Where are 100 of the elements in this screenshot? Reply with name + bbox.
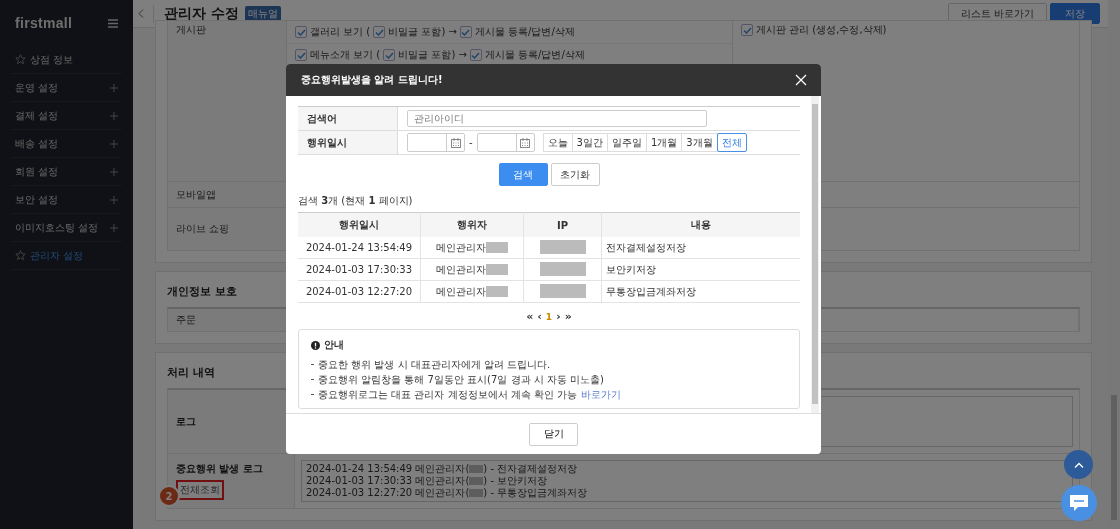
checkbox[interactable] <box>383 49 396 61</box>
checkbox-label: 비밀글 포함) → <box>388 25 457 39</box>
plus-icon <box>110 83 118 92</box>
modal-title: 중요행위발생을 알려 드립니다! <box>301 73 443 87</box>
calendar-icon[interactable] <box>450 137 461 148</box>
date-field[interactable] <box>476 133 535 152</box>
plus-icon <box>110 139 118 148</box>
reset-button[interactable]: 초기화 <box>550 163 600 186</box>
sidebar-item[interactable]: 보안 설정 <box>11 186 122 214</box>
checkbox-label: 게시물 등록/답변/삭제 <box>474 25 575 39</box>
redacted-block <box>486 242 508 253</box>
checkbox[interactable] <box>295 49 307 61</box>
page-arrow[interactable]: » <box>564 310 572 323</box>
calendar-icon[interactable] <box>520 137 531 148</box>
table-cell: 무통장입금계좌저장 <box>601 280 800 303</box>
manual-badge[interactable]: 매뉴얼 <box>244 5 281 22</box>
log-text: 2024-01-03 17:30:33 메인관리자( <box>306 475 470 487</box>
plus-icon <box>110 167 118 176</box>
view-all-button[interactable]: 전체조회 <box>176 480 224 500</box>
sidebar-item[interactable]: 회원 설정 <box>11 158 122 186</box>
section-title: 개인정보 보호 <box>167 284 237 299</box>
redacted-block <box>539 283 586 298</box>
row-label: 라이브 쇼핑 <box>176 222 230 236</box>
redacted-block <box>486 286 508 297</box>
checkbox[interactable] <box>295 26 307 38</box>
redacted-block <box>469 477 484 485</box>
sidebar-item[interactable]: 이미지호스팅 설정 <box>11 214 122 242</box>
plus-icon <box>110 111 118 120</box>
chat-bubble-icon <box>1069 494 1089 512</box>
checkbox-label: 갤러리 보기 ( <box>310 25 371 39</box>
notice-title: 안내 <box>324 338 344 352</box>
date-separator: - <box>469 137 473 148</box>
step-badge: 2 <box>158 485 180 507</box>
menu-icon[interactable] <box>108 18 118 28</box>
checkbox-label: 게시물 등록/답변/삭제 <box>484 48 585 62</box>
plus-icon <box>110 195 118 204</box>
table-cell: 전자결제설정저장 <box>601 237 800 259</box>
page-arrow[interactable]: « <box>526 310 534 323</box>
page-number[interactable]: 1 <box>545 311 553 322</box>
chevron-up-icon <box>1073 461 1084 468</box>
period-button[interactable]: 3일간 <box>571 133 608 152</box>
column-header: 내용 <box>601 212 800 237</box>
section-title: 처리 내역 <box>167 365 215 380</box>
result-summary: 검색 3개 (현재 1 페이지) <box>298 194 414 208</box>
period-button[interactable]: 3개월 <box>681 133 718 152</box>
star-icon <box>15 250 26 261</box>
redacted-block <box>539 239 586 254</box>
checkbox-label: 메뉴소개 보기 ( <box>310 48 381 62</box>
checkbox-label: 비밀글 포함) → <box>398 48 467 62</box>
redacted-block <box>539 261 586 276</box>
checkbox[interactable] <box>459 26 472 38</box>
row-label: 모바일앱 <box>176 187 216 202</box>
row-label: 중요행위 발생 로그 <box>176 462 263 476</box>
table-cell: 메인관리자 <box>436 284 486 299</box>
sidebar-item[interactable]: 배송 설정 <box>11 130 122 158</box>
row-label: 주문 <box>176 313 196 327</box>
table-cell: 메인관리자 <box>436 240 486 255</box>
dash-icon <box>311 394 314 395</box>
column-header: IP <box>523 212 602 237</box>
sidebar-item[interactable]: 상점 정보 <box>11 46 122 74</box>
log-text: ) - 전자결제설정저장 <box>483 463 578 475</box>
keyword-field[interactable]: 관리아이디 <box>407 110 707 127</box>
date-field[interactable] <box>407 133 465 152</box>
logo: firstmall <box>15 15 73 31</box>
column-header: 행위자 <box>420 212 524 237</box>
checkbox[interactable] <box>373 26 386 38</box>
checkbox[interactable] <box>741 24 753 36</box>
row-label: 게시판 <box>176 23 206 37</box>
notice-text: 중요한 행위 발생 시 대표관리자에게 알려 드립니다. <box>318 358 551 372</box>
notice-text: 중요행위 알림창을 통해 7일동안 표시(7일 경과 시 자동 미노출) <box>318 373 604 387</box>
scrollbar[interactable] <box>811 96 819 413</box>
sidebar-item[interactable]: 운영 설정 <box>11 74 122 102</box>
table-cell: 2024-01-24 13:54:49 <box>298 237 421 259</box>
redacted-block <box>486 264 508 275</box>
checkbox-label: 게시판 관리 (생성,수정,삭제) <box>756 23 887 37</box>
sidebar-item[interactable]: 결제 설정 <box>11 102 122 130</box>
plus-icon <box>110 223 118 232</box>
checkbox[interactable] <box>469 49 482 61</box>
collapse-icon[interactable] <box>138 9 144 18</box>
search-button[interactable]: 검색 <box>498 163 548 186</box>
notice-text: 중요행위로그는 대표 관리자 계정정보에서 계속 확인 가능 <box>318 388 578 402</box>
table-cell: 2024-01-03 17:30:33 <box>298 258 421 281</box>
field-label: 행위일시 <box>307 135 347 150</box>
log-text: 2024-01-24 13:54:49 메인관리자( <box>306 463 470 475</box>
dash-icon <box>311 379 314 380</box>
period-button[interactable]: 오늘 <box>542 133 573 152</box>
period-button[interactable]: 전체 <box>716 133 747 152</box>
shortcut-link[interactable]: 바로가기 <box>581 387 622 402</box>
period-button[interactable]: 일주일 <box>607 133 647 152</box>
row-label: 로그 <box>176 414 196 429</box>
field-label: 검색어 <box>307 111 337 126</box>
dash-icon <box>311 364 314 365</box>
redacted-block <box>469 489 484 497</box>
info-icon <box>311 340 320 350</box>
close-icon[interactable] <box>795 74 807 86</box>
page-arrow[interactable]: › <box>556 310 561 323</box>
log-text: ) - 보안키저장 <box>483 475 548 487</box>
page-arrow[interactable]: ‹ <box>537 310 542 323</box>
column-header: 행위일시 <box>298 212 421 237</box>
close-button[interactable]: 닫기 <box>529 422 578 446</box>
